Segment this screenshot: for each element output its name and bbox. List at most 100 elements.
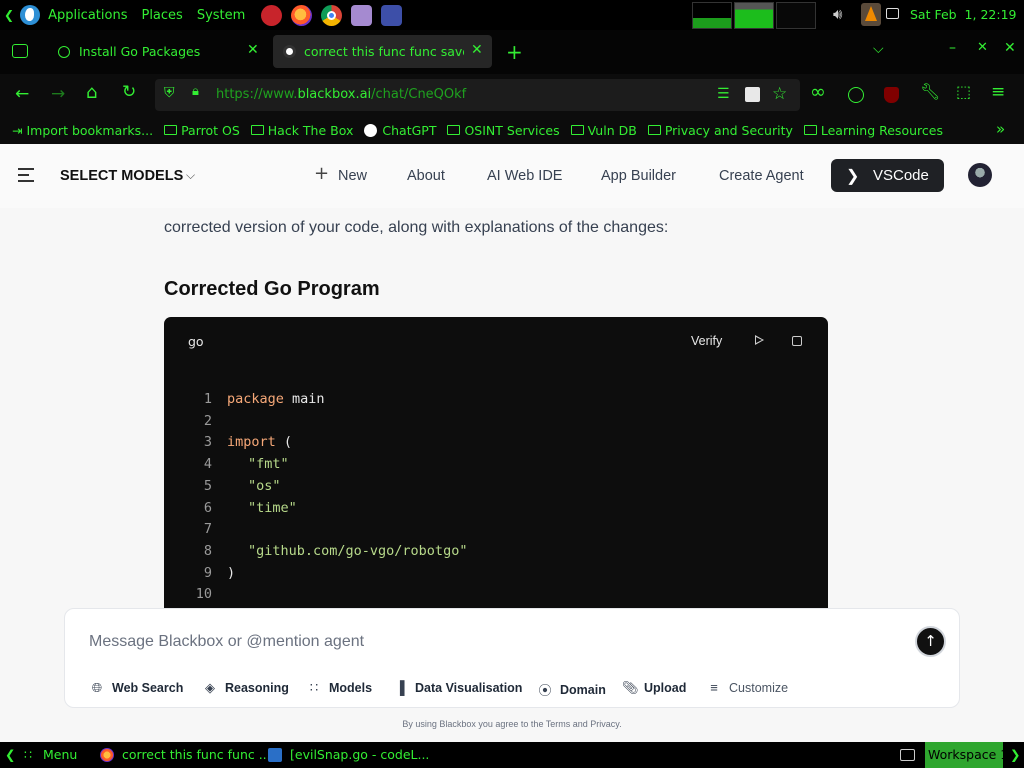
taskbar-right-arrow-icon[interactable]: ❯ [1010, 747, 1020, 762]
tool-label: Customize [729, 680, 789, 695]
vscode-launcher-icon[interactable] [381, 4, 403, 26]
model-select[interactable]: SELECT MODELS [60, 168, 183, 184]
folder-icon [250, 125, 264, 135]
close-tab-icon[interactable]: ✕ [471, 42, 483, 58]
cpu-graph [692, 2, 732, 29]
minimize-window-icon[interactable]: – [949, 40, 956, 56]
nav-app-builder[interactable]: App Builder [601, 168, 676, 184]
line-number: 6 [203, 499, 212, 516]
chevron-down-icon[interactable]: ⌵ [186, 168, 195, 183]
plus-icon: + [314, 163, 330, 184]
bookmark-osint-services[interactable]: OSINT Services [447, 123, 560, 138]
send-button[interactable]: ↑ [915, 626, 946, 657]
bookmark-privacy-and-security[interactable]: Privacy and Security [647, 122, 793, 138]
upload-button[interactable]: 📎︎ Upload [622, 680, 686, 696]
data-visualisation-button[interactable]: ▐ Data Visualisation [393, 680, 522, 695]
copy-icon[interactable] [792, 336, 802, 346]
models-button[interactable]: ∷ Models [307, 680, 372, 696]
close-tab-icon[interactable]: ✕ [247, 42, 259, 58]
vscode-window-icon [268, 748, 282, 762]
menu-applications[interactable]: Applications [48, 8, 127, 23]
account-icon[interactable] [848, 87, 864, 103]
section-heading: Corrected Go Program [164, 278, 380, 300]
vscode-logo-icon: ❯ [846, 168, 860, 185]
extensions-icon[interactable]: ⬚ [956, 82, 971, 101]
link-icon: ⦿ [538, 683, 552, 698]
bookmark-import[interactable]: ⇥ Import bookmarks... [12, 123, 153, 138]
tab-correct-func[interactable]: correct this func func saveW ✕ [273, 35, 492, 68]
firefox-launcher-icon[interactable] [291, 4, 313, 26]
tab-overview-icon[interactable] [12, 44, 28, 58]
address-bar[interactable]: ⛨ 🔒︎ https://www.blackbox.ai/chat/CneQOk… [155, 79, 800, 111]
chat-icon[interactable] [886, 8, 899, 19]
reasoning-button[interactable]: ◈ Reasoning [203, 680, 289, 696]
maximize-window-icon[interactable]: ✕ [977, 40, 988, 55]
sidebar-toggle-icon[interactable] [18, 168, 34, 182]
shield-icon[interactable]: ⛨ [164, 85, 175, 101]
code-rest: ) [227, 564, 236, 581]
chrome-launcher-icon[interactable] [321, 4, 343, 26]
bookmark-parrot-os[interactable]: Parrot OS [164, 123, 240, 138]
openai-icon [364, 123, 378, 137]
grid-menu-icon[interactable]: ∷ [24, 747, 32, 762]
url-domain: blackbox.ai [297, 87, 372, 102]
reader-view-icon[interactable]: ☰ [717, 86, 730, 102]
customize-button[interactable]: ≡ Customize [707, 680, 788, 695]
import-icon: ⇥ [12, 122, 23, 138]
avatar[interactable] [968, 163, 992, 187]
bookmark-label: Privacy and Security [664, 122, 793, 138]
home-icon[interactable]: ⌂ [86, 82, 97, 103]
page-action-icon[interactable] [745, 87, 760, 102]
menu-button[interactable]: Menu [43, 747, 77, 762]
menu-system[interactable]: System [197, 8, 245, 23]
parrot-logo-icon[interactable] [20, 5, 41, 25]
menu-places[interactable]: Places [141, 8, 182, 23]
taskbar-left-arrow-icon[interactable]: ❮ [5, 747, 15, 762]
web-search-button[interactable]: 🌐︎ Web Search [90, 680, 184, 696]
bookmark-label: Parrot OS [181, 122, 240, 138]
vscode-button[interactable]: ❯ VSCode [831, 159, 944, 192]
taskbar-window-vscode[interactable]: [evilSnap.go - codeL... [290, 747, 429, 762]
line-number: 1 [203, 391, 212, 407]
wrench-icon[interactable]: 🔧︎ [920, 82, 940, 101]
ublock-icon[interactable] [884, 87, 899, 103]
text-editor-launcher-icon[interactable] [351, 4, 373, 26]
new-tab-icon[interactable]: + [506, 40, 523, 64]
vlc-icon[interactable] [861, 3, 881, 26]
line-number: 8 [203, 542, 212, 559]
bar-chart-icon: ▐ [395, 680, 405, 695]
bookmark-chatgpt[interactable]: ChatGPT [364, 123, 436, 138]
close-window-icon[interactable]: ✕ [1004, 40, 1016, 56]
tab-install-go-packages[interactable]: Install Go Packages ✕ [44, 35, 269, 68]
run-icon[interactable] [755, 335, 764, 345]
lock-icon[interactable]: 🔒︎ [192, 84, 199, 99]
bookmark-label: Learning Resources [820, 122, 943, 138]
domain-button[interactable]: ⦿ Domain [538, 680, 605, 699]
hamburger-menu-icon[interactable]: ≡ [991, 82, 1005, 102]
tab-list-chevron-icon[interactable]: ⌵ [873, 41, 884, 57]
terminal-launcher-icon[interactable] [261, 4, 283, 26]
nav-create-agent[interactable]: Create Agent [719, 168, 804, 184]
nav-about[interactable]: About [407, 168, 445, 184]
volume-icon[interactable]: 🔊︎ [833, 5, 842, 23]
bookmarks-overflow-icon[interactable]: » [996, 120, 1005, 138]
bookmark-hack-the-box[interactable]: Hack The Box [250, 123, 353, 138]
reload-icon[interactable]: ↻ [122, 82, 136, 102]
nav-new[interactable]: New [338, 168, 367, 184]
bookmark-vuln-db[interactable]: Vuln DB [570, 123, 637, 138]
verify-button[interactable]: Verify [691, 334, 722, 348]
bookmark-star-icon[interactable]: ☆ [772, 84, 787, 104]
clock[interactable]: Sat Feb 1, 22:19 [910, 7, 1016, 22]
message-input[interactable]: Message Blackbox or @mention agent [89, 633, 364, 651]
tab-label: Install Go Packages [79, 44, 201, 59]
infinity-extension-icon[interactable]: ∞ [810, 81, 826, 103]
bookmark-learning-resources[interactable]: Learning Resources [803, 122, 943, 138]
code-string: "fmt" [248, 456, 289, 473]
code-string: "os" [248, 477, 281, 494]
back-icon[interactable]: ← [15, 84, 29, 104]
taskbar-window-firefox[interactable]: correct this func func ... [122, 747, 271, 762]
nav-ai-web-ide[interactable]: AI Web IDE [487, 168, 562, 184]
workspace-switcher-icon[interactable] [900, 749, 915, 761]
panel-left-arrow-icon[interactable]: ❮ [4, 8, 14, 22]
forward-icon[interactable]: → [51, 84, 65, 104]
